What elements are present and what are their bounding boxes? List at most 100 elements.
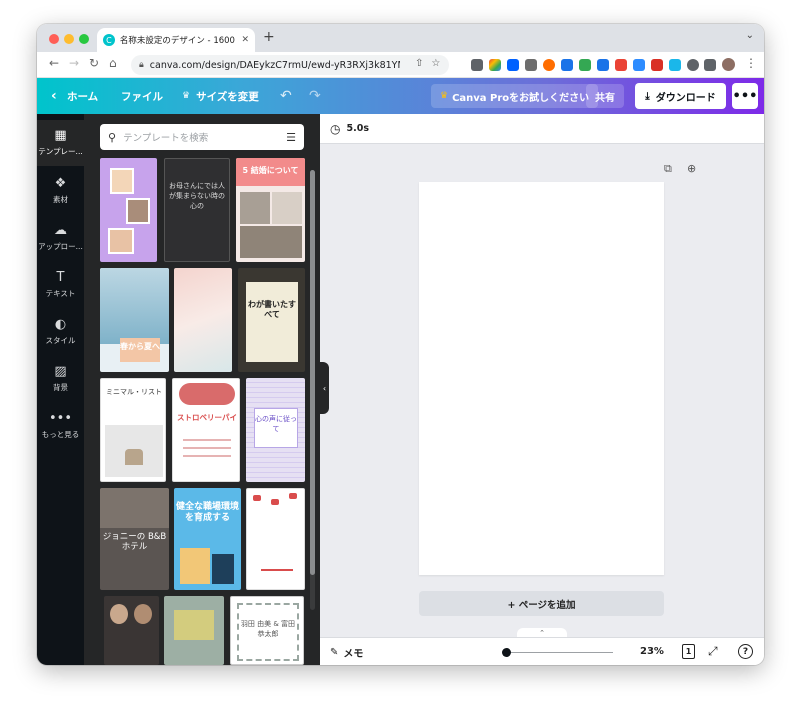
dropbox-extension-icon[interactable] xyxy=(507,59,519,71)
tab-search-icon[interactable]: ⌄ xyxy=(746,30,754,41)
template-thumbnail[interactable] xyxy=(104,596,159,665)
notes-label: メモ xyxy=(343,649,364,660)
home-button[interactable]: ホーム xyxy=(67,78,98,114)
template-thumbnail[interactable]: わが書いたすべて xyxy=(238,268,305,372)
editor-canvas-area: ◷ 5.0s ⧉ ⊕ + ページを追加 ⌃ xyxy=(320,114,764,637)
rail-item-background[interactable]: ▨ 背景 xyxy=(37,356,84,402)
url-text: canva.com/design/DAEykzC7rmU/ewd-yR3RXj3… xyxy=(149,59,400,71)
back-icon[interactable]: ← xyxy=(49,56,59,70)
notes-button[interactable]: ✎ メモ xyxy=(330,645,363,660)
canva-header: ‹ ホーム ファイル ♛ サイズを変更 ↶ ↷ ♛ Canva Proをお試しく… xyxy=(37,78,764,114)
try-pro-label: Canva Proをお試しください xyxy=(452,92,590,104)
template-icon: ▦ xyxy=(54,128,67,143)
browser-tab[interactable]: C 名称未設定のデザイン - 1600 × 2... ✕ xyxy=(97,28,255,52)
tools-extension-icon[interactable] xyxy=(597,59,609,71)
zoom-extension-icon[interactable] xyxy=(633,59,645,71)
rail-item-more[interactable]: ••• もっと見る xyxy=(37,403,84,449)
puzzle-extensions-icon[interactable] xyxy=(704,59,716,71)
rail-item-elements[interactable]: ❖ 素材 xyxy=(37,168,84,214)
template-thumbnail[interactable]: 5 結婚について xyxy=(236,158,305,262)
forward-icon[interactable]: → xyxy=(69,56,79,70)
templates-panel: ⚲ テンプレートを検索 ☰ お母さんにでは人が集まらない時の心の 5 結婚につい… xyxy=(84,114,320,665)
template-thumbnail[interactable]: ミニマル・リスト xyxy=(100,378,166,482)
template-thumbnail[interactable]: 健全な職場環境を育成する xyxy=(174,488,241,590)
omnibox-actions: ⇧ ☆ xyxy=(415,58,440,69)
template-thumbnail[interactable] xyxy=(174,268,232,372)
tab-close-icon[interactable]: ✕ xyxy=(241,35,249,45)
download-label: ダウンロード xyxy=(655,92,716,104)
editor-bottom-bar: ✎ メモ 23% 1 ⤢ ? xyxy=(320,637,764,665)
new-tab-icon[interactable]: + xyxy=(263,29,275,45)
vimeo-extension-icon[interactable] xyxy=(669,59,681,71)
pages-expand-chevron-icon[interactable]: ⌃ xyxy=(517,628,567,637)
zoom-percentage[interactable]: 23% xyxy=(640,646,664,657)
text-icon: T xyxy=(56,270,65,285)
design-page[interactable] xyxy=(419,182,664,575)
minimize-window-button[interactable] xyxy=(64,34,74,44)
photos-extension-icon[interactable] xyxy=(489,59,501,71)
search-icon: ⚲ xyxy=(108,130,117,144)
template-search-input[interactable]: ⚲ テンプレートを検索 ☰ xyxy=(100,124,304,150)
editor-toolbar: ◷ 5.0s xyxy=(320,114,764,144)
help-icon[interactable]: ? xyxy=(738,644,753,659)
blue-extension-icon[interactable] xyxy=(561,59,573,71)
template-thumbnail[interactable] xyxy=(246,488,305,590)
undo-icon[interactable]: ↶ xyxy=(280,78,292,114)
mic-extension-icon[interactable] xyxy=(687,59,699,71)
lock-icon: 🔒︎ xyxy=(139,60,144,70)
template-thumbnail[interactable]: ジョニーの B&Bホテル xyxy=(100,488,169,590)
template-thumbnail[interactable]: お母さんにでは人が集まらない時の心の xyxy=(164,158,230,262)
fullscreen-icon[interactable]: ⤢ xyxy=(708,644,718,659)
duration-label[interactable]: 5.0s xyxy=(346,123,368,134)
template-thumbnail[interactable] xyxy=(164,596,224,665)
template-thumbnail[interactable]: 心の声に従って xyxy=(246,378,305,482)
reload-icon[interactable]: ↻ xyxy=(89,56,99,70)
rail-item-styles[interactable]: ◐ スタイル xyxy=(37,309,84,355)
add-page-button[interactable]: + ページを追加 xyxy=(419,591,664,616)
crown-icon: ♛ xyxy=(182,91,191,101)
template-thumbnail[interactable] xyxy=(100,158,157,262)
green-extension-icon[interactable] xyxy=(579,59,591,71)
rail-item-text[interactable]: T テキスト xyxy=(37,262,84,308)
add-page-icon[interactable]: ⊕ xyxy=(687,162,696,175)
file-menu-button[interactable]: ファイル xyxy=(121,78,163,114)
panel-scrollbar-thumb[interactable] xyxy=(310,170,315,575)
profile-avatar[interactable] xyxy=(721,57,736,72)
resize-button[interactable]: ♛ サイズを変更 xyxy=(182,78,259,114)
zoom-slider-knob[interactable] xyxy=(502,648,511,657)
template-thumbnail[interactable]: 羽田 由美 & 富田 恭太郎 xyxy=(230,596,304,665)
redo-icon[interactable]: ↷ xyxy=(309,78,321,114)
address-bar[interactable]: 🔒︎ canva.com/design/DAEykzC7rmU/ewd-yR3R… xyxy=(131,55,449,75)
elements-icon: ❖ xyxy=(54,176,67,191)
filter-icon[interactable]: ☰ xyxy=(286,131,296,144)
red-extension-icon[interactable] xyxy=(615,59,627,71)
download-extension-icon[interactable] xyxy=(525,59,537,71)
close-window-button[interactable] xyxy=(49,34,59,44)
zoom-slider-track[interactable] xyxy=(507,652,613,653)
orange-extension-icon[interactable] xyxy=(543,59,555,71)
maximize-window-button[interactable] xyxy=(79,34,89,44)
rail-item-uploads[interactable]: ☁ アップロー... xyxy=(37,215,84,261)
template-thumbnail[interactable]: 春から夏へ xyxy=(100,268,169,372)
try-pro-button[interactable]: ♛ Canva Proをお試しください xyxy=(431,84,599,108)
template-thumbnail[interactable]: ストロベリーパイ xyxy=(172,378,240,482)
tab-title: 名称未設定のデザイン - 1600 × 2... xyxy=(119,36,237,46)
share-page-icon[interactable]: ⇧ xyxy=(415,58,423,69)
share-button[interactable]: 共有 xyxy=(586,84,624,108)
search-placeholder: テンプレートを検索 xyxy=(123,133,209,144)
back-chevron-icon[interactable]: ‹ xyxy=(51,78,57,114)
youtube-extension-icon[interactable] xyxy=(651,59,663,71)
home-icon[interactable]: ⌂ xyxy=(109,56,117,70)
rail-item-templates[interactable]: ▦ テンプレー... xyxy=(37,120,84,166)
collapse-panel-button[interactable]: ‹ xyxy=(320,362,329,414)
bookmark-star-icon[interactable]: ☆ xyxy=(431,58,440,69)
duplicate-page-icon[interactable]: ⧉ xyxy=(664,162,672,176)
upload-icon: ☁ xyxy=(54,223,67,238)
clock-icon[interactable]: ◷ xyxy=(330,122,340,136)
more-options-button[interactable]: ••• xyxy=(732,83,758,109)
download-button[interactable]: ⤓ ダウンロード xyxy=(635,83,726,109)
browser-toolbar: ← → ↻ ⌂ 🔒︎ canva.com/design/DAEykzC7rmU/… xyxy=(37,52,764,78)
browser-menu-icon[interactable]: ⋮ xyxy=(745,56,757,70)
camera-extension-icon[interactable] xyxy=(471,59,483,71)
page-count-icon[interactable]: 1 xyxy=(682,644,695,659)
